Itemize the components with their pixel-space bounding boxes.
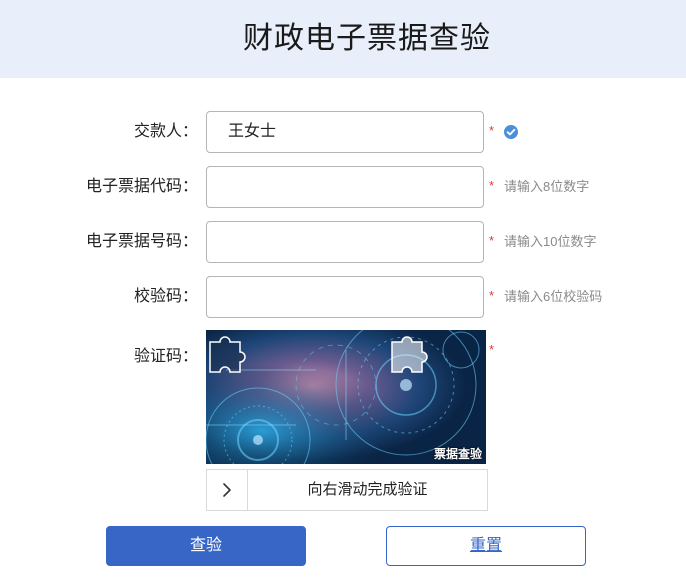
required-mark: * — [489, 342, 495, 357]
invoice-number-input[interactable] — [206, 221, 484, 263]
invoice-number-hint: 请输入10位数字 — [504, 234, 597, 249]
required-mark: * — [489, 233, 495, 248]
payer-label: 交款人： — [133, 123, 198, 140]
captcha-image: 票据查验 — [206, 330, 486, 464]
captcha-label: 验证码： — [133, 348, 198, 365]
slider-handle[interactable] — [207, 470, 248, 510]
invoice-code-input[interactable] — [206, 166, 484, 208]
captcha-row: 验证码： 票据查验 * 向右滑动完成验证 — [0, 330, 686, 511]
chevron-right-icon — [223, 483, 231, 497]
required-mark: * — [489, 123, 495, 138]
payer-input[interactable]: 王女士 — [206, 111, 484, 153]
captcha-background — [206, 330, 486, 464]
invoice-code-row: 电子票据代码： * 请输入8位数字 — [0, 166, 686, 208]
check-code-label: 校验码： — [133, 288, 198, 305]
payer-row: 交款人： 王女士 * — [0, 111, 686, 153]
invoice-code-hint: 请输入8位数字 — [504, 179, 590, 194]
required-mark: * — [489, 178, 495, 193]
invoice-number-label: 电子票据号码： — [85, 233, 198, 250]
required-mark: * — [489, 288, 495, 303]
verify-button[interactable]: 查验 — [106, 526, 306, 566]
captcha-slider[interactable]: 向右滑动完成验证 — [206, 469, 488, 511]
check-code-input[interactable] — [206, 276, 484, 318]
check-code-hint: 请输入6位校验码 — [504, 289, 603, 304]
check-code-row: 校验码： * 请输入6位校验码 — [0, 276, 686, 318]
invoice-number-row: 电子票据号码： * 请输入10位数字 — [0, 221, 686, 263]
slider-instruction: 向右滑动完成验证 — [307, 481, 428, 498]
check-circle-icon — [504, 125, 518, 139]
page-header: 财政电子票据查验 — [0, 0, 686, 78]
puzzle-slot-icon — [391, 336, 428, 373]
page-title: 财政电子票据查验 — [243, 22, 491, 55]
puzzle-piece-icon — [209, 336, 246, 373]
invoice-code-label: 电子票据代码： — [85, 178, 198, 195]
captcha-watermark: 票据查验 — [433, 447, 482, 461]
reset-button[interactable]: 重置 — [386, 526, 586, 566]
